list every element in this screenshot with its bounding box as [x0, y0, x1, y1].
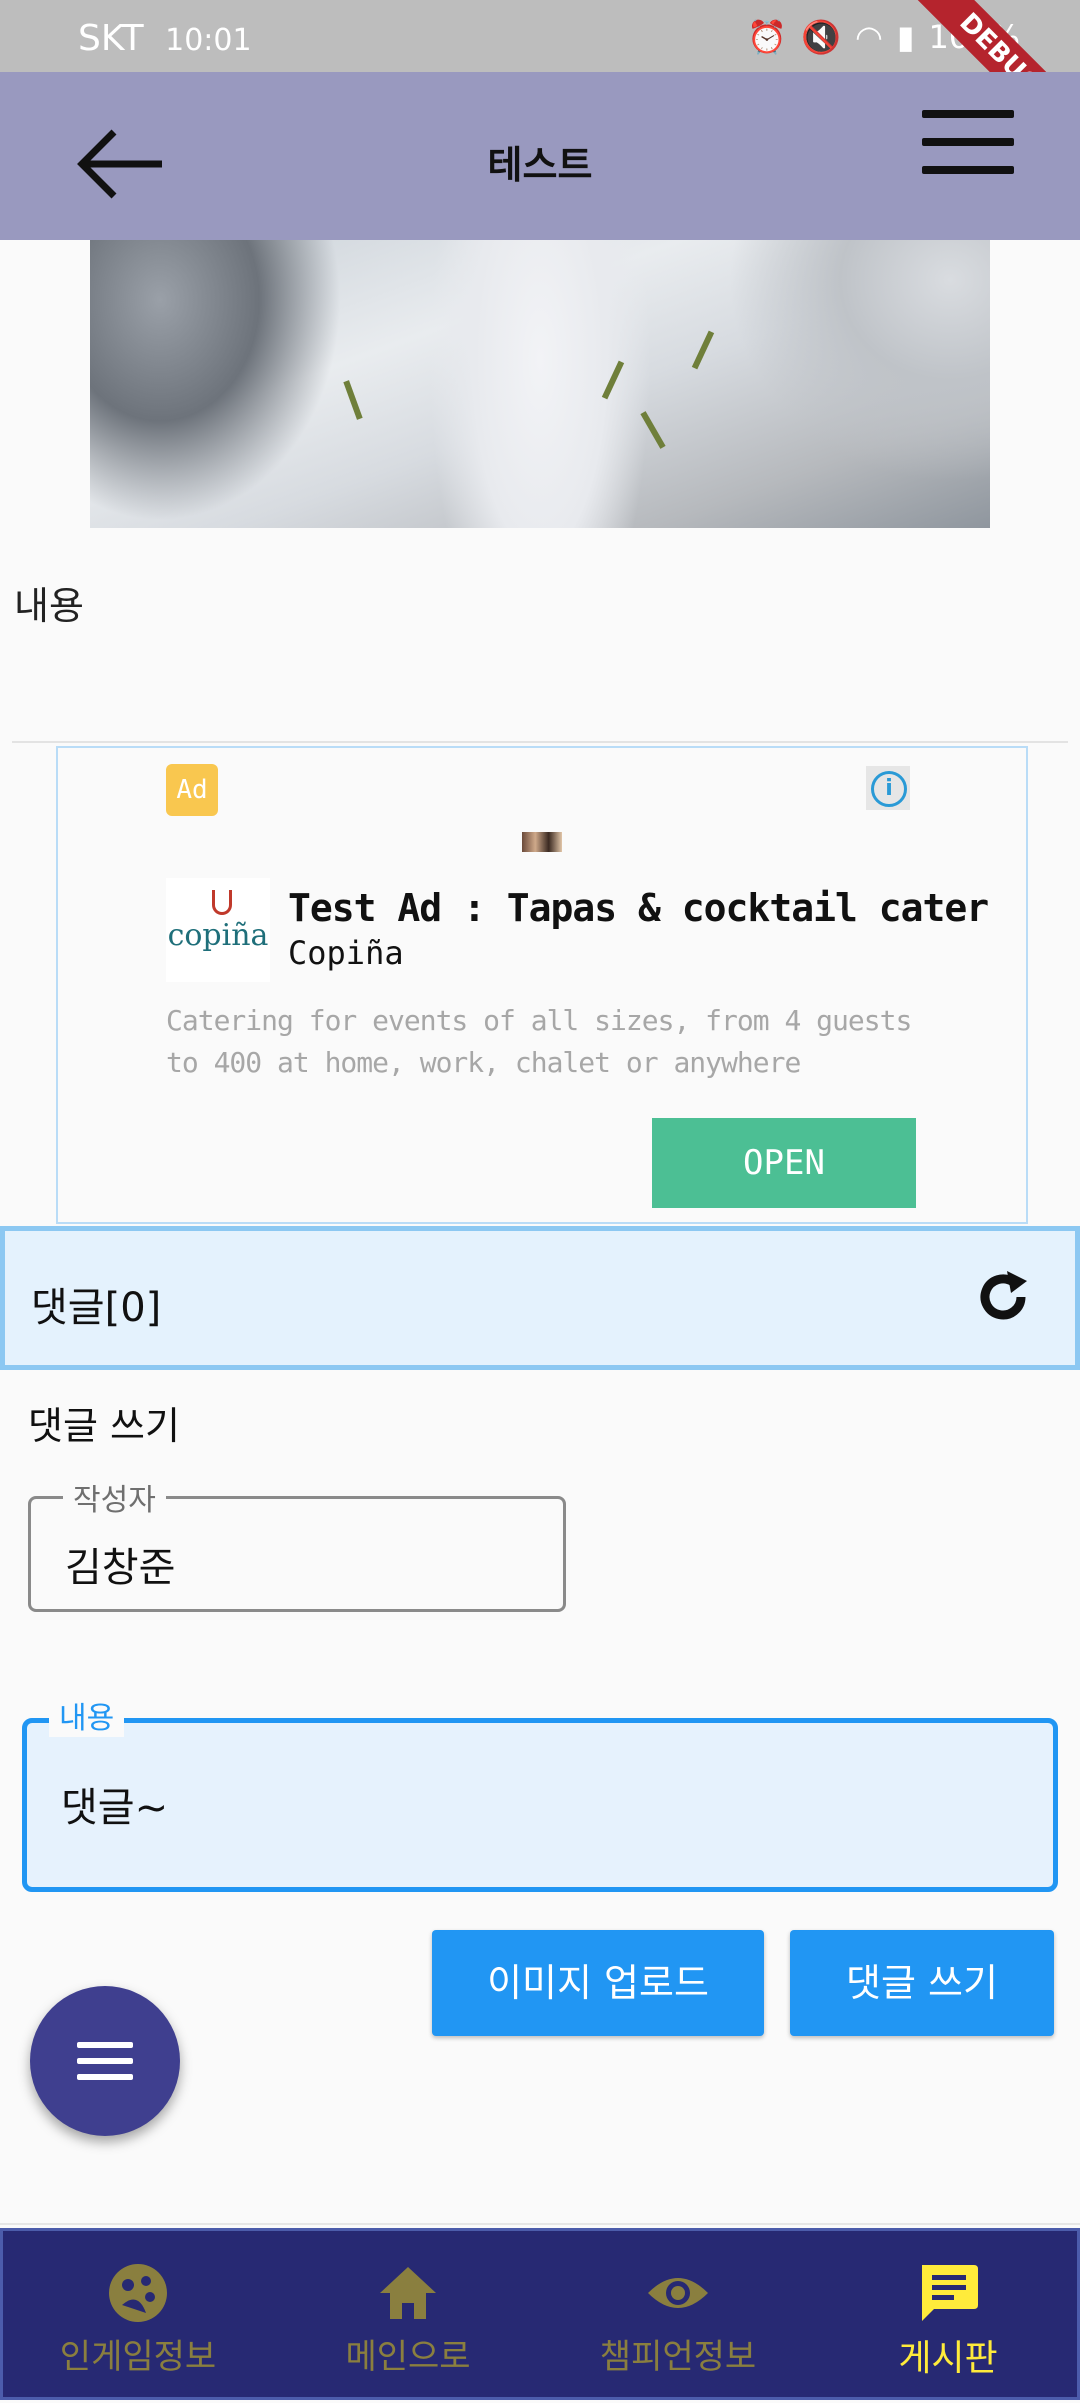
home-icon: [380, 2267, 436, 2319]
app-bar: 테스트: [0, 72, 1080, 240]
info-icon: i: [871, 771, 907, 807]
wifi-icon: ◠: [854, 18, 883, 56]
comments-header: 댓글[0]: [0, 1226, 1080, 1370]
ad-logo-text: copiña: [167, 918, 269, 953]
submit-comment-button[interactable]: 댓글 쓰기: [790, 1930, 1054, 2036]
photo-detail: [640, 411, 666, 449]
menu-icon: [77, 2042, 133, 2048]
author-field[interactable]: 작성자 김창준: [28, 1475, 566, 1612]
nav-label: 메인으로: [345, 2337, 471, 2377]
hamburger-line: [922, 138, 1014, 146]
nav-item-board[interactable]: 게시판: [813, 2231, 1080, 2403]
nav-item-ingame-info[interactable]: 인게임정보: [3, 2231, 273, 2403]
alarm-icon: ⏰: [747, 18, 788, 56]
hamburger-line: [922, 166, 1014, 174]
bottom-navigation: 인게임정보 메인으로 챔피언정보 게시판: [0, 2228, 1080, 2400]
nav-label: 인게임정보: [59, 2337, 217, 2377]
ad-badge: Ad: [166, 764, 218, 816]
clock-label: 10:01: [165, 23, 252, 58]
photo-detail: [343, 380, 363, 420]
ad-open-button[interactable]: OPEN: [652, 1118, 916, 1208]
message-board-icon: [922, 2265, 978, 2321]
ad-info-button[interactable]: i: [866, 766, 910, 810]
comment-content-field[interactable]: 내용 댓글~: [22, 1693, 1058, 1892]
ad-thumbnail: [522, 832, 562, 852]
post-photo: [90, 240, 990, 528]
ad-card[interactable]: Ad i copiña Test Ad : Tapas & cocktail c…: [56, 746, 1028, 1224]
author-field-label: 작성자: [63, 1475, 166, 1519]
logo-mark: [212, 890, 232, 915]
fab-menu-button[interactable]: [30, 1986, 180, 2136]
write-comment-title: 댓글 쓰기: [28, 1404, 180, 1448]
hamburger-menu-button[interactable]: [922, 110, 1014, 190]
comment-content-value: 댓글~: [61, 1785, 169, 1831]
page-title: 테스트: [487, 143, 593, 187]
game-icon: [109, 2264, 167, 2322]
upload-image-button[interactable]: 이미지 업로드: [432, 1930, 764, 2036]
eye-icon: [648, 2278, 708, 2308]
post-content: 내용: [14, 584, 84, 628]
comment-content-label: 내용: [49, 1693, 125, 1737]
menu-icon-line: [77, 2074, 133, 2080]
divider: [0, 2223, 1080, 2225]
signal-icon: ▮: [896, 18, 915, 56]
mute-icon: 🔇: [801, 18, 841, 56]
ad-logo: copiña: [166, 878, 270, 982]
menu-icon-line: [77, 2058, 133, 2064]
carrier-label: SKT: [78, 18, 144, 59]
nav-item-champion-info[interactable]: 챔피언정보: [543, 2231, 813, 2403]
ad-title[interactable]: Test Ad : Tapas & cocktail cater...: [288, 886, 988, 930]
divider: [12, 741, 1068, 743]
status-carrier-time: SKT 10:01: [78, 18, 252, 59]
comments-count: 댓글[0]: [31, 1285, 162, 1331]
nav-label: 게시판: [898, 2338, 998, 2379]
status-bar: SKT 10:01 ⏰ 🔇 ◠ ▮ 100% DEBUG: [0, 0, 1080, 175]
photo-detail: [691, 330, 715, 370]
ad-description: Catering for events of all sizes, from 4…: [166, 1004, 912, 1079]
refresh-icon: [980, 1271, 1027, 1320]
hamburger-menu-icon: [922, 110, 1014, 118]
photo-detail: [601, 360, 625, 400]
nav-label: 챔피언정보: [599, 2337, 757, 2377]
ad-brand: Copiña: [288, 934, 404, 972]
refresh-button[interactable]: [973, 1267, 1033, 1327]
author-field-value: 김창준: [65, 1545, 176, 1591]
nav-item-main[interactable]: 메인으로: [273, 2231, 543, 2403]
